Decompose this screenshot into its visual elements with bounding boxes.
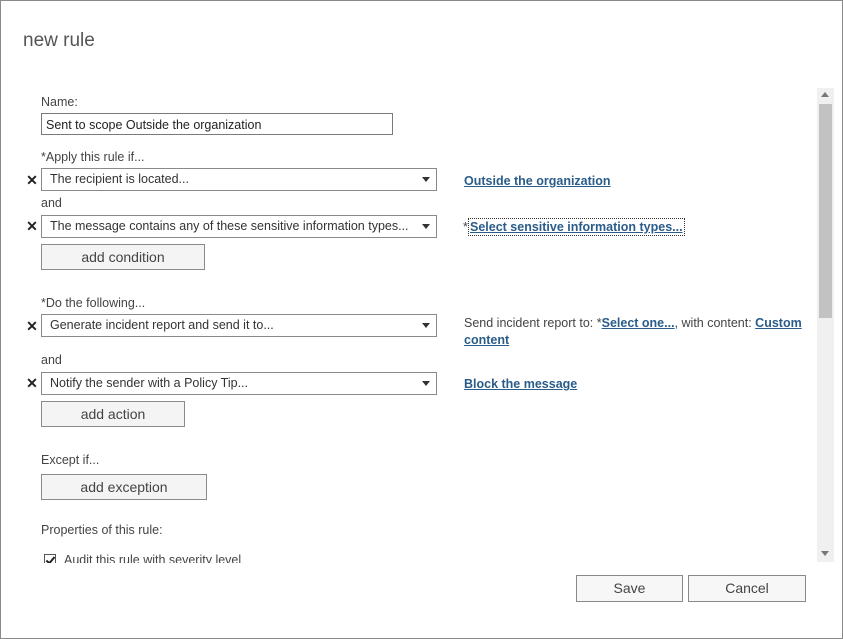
- condition-1-dropdown[interactable]: The recipient is located...: [41, 168, 437, 191]
- incident-report-middle: , with content:: [674, 316, 756, 330]
- action-1-dropdown[interactable]: Generate incident report and send it to.…: [41, 314, 437, 337]
- remove-condition-2-icon[interactable]: ✕: [26, 218, 38, 235]
- rule-name-input[interactable]: Sent to scope Outside the organization: [41, 113, 393, 135]
- condition-2-value: The message contains any of these sensit…: [50, 219, 409, 233]
- condition-2-dropdown[interactable]: The message contains any of these sensit…: [41, 215, 437, 238]
- apply-rule-label: *Apply this rule if...: [41, 150, 145, 164]
- incident-report-description: Send incident report to: *Select one...,…: [464, 315, 809, 349]
- name-label: Name:: [41, 95, 78, 109]
- add-action-button[interactable]: add action: [41, 401, 185, 427]
- form-scroll-area: Name: Sent to scope Outside the organiza…: [0, 88, 818, 563]
- chevron-down-icon: [422, 177, 430, 182]
- dialog-title: new rule: [23, 30, 95, 51]
- and-label-actions: and: [41, 353, 62, 367]
- form-content: Name: Sent to scope Outside the organiza…: [0, 88, 818, 563]
- except-if-label: Except if...: [41, 453, 100, 467]
- properties-label: Properties of this rule:: [41, 523, 163, 537]
- action-2-dropdown[interactable]: Notify the sender with a Policy Tip...: [41, 372, 437, 395]
- chevron-down-icon: [422, 323, 430, 328]
- and-label-conditions: and: [41, 196, 62, 210]
- cancel-button[interactable]: Cancel: [688, 575, 806, 602]
- incident-report-prefix: Send incident report to:: [464, 316, 597, 330]
- scroll-down-icon[interactable]: [821, 551, 829, 556]
- condition-1-link[interactable]: Outside the organization: [464, 174, 611, 188]
- add-condition-button[interactable]: add condition: [41, 244, 205, 270]
- required-marker: *: [463, 220, 468, 234]
- remove-condition-1-icon[interactable]: ✕: [26, 172, 38, 189]
- vertical-scrollbar[interactable]: [817, 88, 834, 562]
- scroll-up-icon[interactable]: [821, 92, 829, 97]
- action-2-value: Notify the sender with a Policy Tip...: [50, 376, 249, 390]
- action-1-value: Generate incident report and send it to.…: [50, 318, 274, 332]
- remove-action-2-icon[interactable]: ✕: [26, 375, 38, 392]
- block-message-link[interactable]: Block the message: [464, 377, 577, 391]
- scroll-thumb[interactable]: [819, 104, 832, 318]
- save-button[interactable]: Save: [576, 575, 683, 602]
- select-sensitive-info-link[interactable]: Select sensitive information types...: [468, 218, 685, 236]
- chevron-down-icon: [422, 224, 430, 229]
- select-one-link[interactable]: Select one...: [602, 316, 675, 330]
- audit-checkbox-label: Audit this rule with severity level: [64, 553, 242, 563]
- remove-action-1-icon[interactable]: ✕: [26, 318, 38, 335]
- do-following-label: *Do the following...: [41, 296, 146, 310]
- condition-1-value: The recipient is located...: [50, 172, 189, 186]
- audit-checkbox[interactable]: [44, 554, 56, 563]
- add-exception-button[interactable]: add exception: [41, 474, 207, 500]
- chevron-down-icon: [422, 381, 430, 386]
